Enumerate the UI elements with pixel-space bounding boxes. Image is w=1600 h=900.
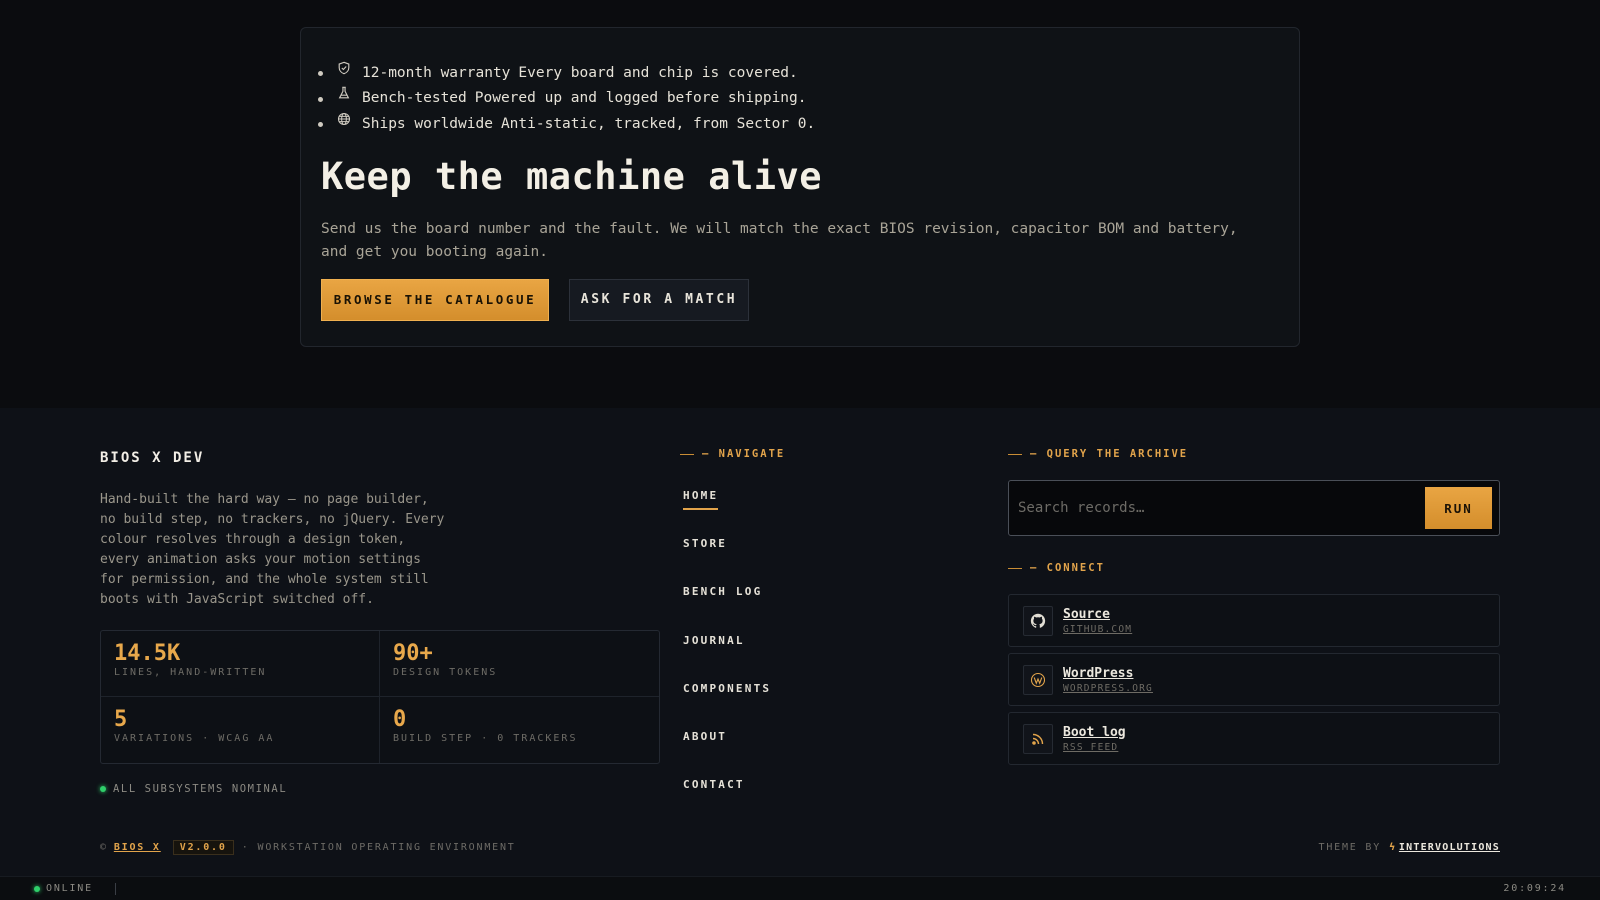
stat-value: 90+ bbox=[393, 641, 433, 666]
site-footer: BIOS X DEV Hand-built the hard way — no … bbox=[0, 408, 1600, 876]
nav-link-home[interactable]: HOME bbox=[683, 489, 719, 510]
separator: · bbox=[241, 842, 250, 853]
online-dot-icon bbox=[34, 885, 40, 892]
connect-item-wordpress[interactable]: WordPress WORDPRESS.ORG bbox=[1008, 653, 1500, 706]
stat-cell: 5 VARIATIONS · WCAG AA bbox=[101, 697, 380, 763]
heading-dash bbox=[680, 453, 694, 455]
brand-column: BIOS X DEV Hand-built the hard way — no … bbox=[100, 450, 660, 795]
brand-home-link[interactable]: BIOS X bbox=[114, 842, 161, 853]
perk-item: 12-month warranty Every board and chip i… bbox=[318, 60, 1279, 86]
navigate-heading-text: — NAVIGATE bbox=[702, 448, 786, 460]
archive-connect-column: — QUERY THE ARCHIVE RUN — CONNECT Source… bbox=[1008, 448, 1500, 771]
nav-link-contact[interactable]: CONTACT bbox=[683, 778, 745, 797]
system-status: ALL SUBSYSTEMS NOMINAL bbox=[100, 783, 660, 795]
connect-list: Source GITHUB.COM WordPress WORDPRESS.OR… bbox=[1008, 594, 1500, 765]
browse-catalogue-button[interactable]: BROWSE THE CATALOGUE bbox=[321, 278, 549, 321]
theme-by-label: THEME BY bbox=[1318, 842, 1382, 853]
perk-title: Ships worldwide bbox=[362, 115, 493, 132]
stat-label: BUILD STEP · 0 TRACKERS bbox=[393, 733, 578, 744]
top-section: 12-month warranty Every board and chip i… bbox=[0, 0, 1600, 408]
connect-heading: — CONNECT bbox=[1008, 562, 1500, 574]
connect-sub: WORDPRESS.ORG bbox=[1063, 682, 1153, 694]
clock: 20:09:24 bbox=[1503, 883, 1566, 894]
brand-description: Hand-built the hard way — no page builde… bbox=[100, 492, 445, 607]
perk-title: 12-month warranty bbox=[362, 64, 511, 81]
theme-credit: THEME BY ϟ INTERVOLUTIONS bbox=[1319, 842, 1501, 853]
perk-title: Bench-tested bbox=[362, 90, 467, 107]
connect-name[interactable]: Boot log bbox=[1063, 725, 1126, 740]
connect-item-source[interactable]: Source GITHUB.COM bbox=[1008, 594, 1500, 647]
github-icon bbox=[1023, 605, 1053, 636]
perk-desc: Powered up and logged before shipping. bbox=[474, 90, 807, 107]
shield-icon bbox=[337, 61, 353, 77]
cta-description: Send us the board number and the fault. … bbox=[321, 220, 1238, 261]
connect-name[interactable]: WordPress bbox=[1063, 666, 1153, 681]
search-input[interactable] bbox=[1018, 500, 1425, 516]
connect-text: Boot log RSS FEED bbox=[1063, 725, 1126, 753]
wordpress-icon bbox=[1023, 664, 1053, 695]
run-button[interactable]: RUN bbox=[1425, 487, 1492, 529]
search-form: RUN bbox=[1008, 480, 1500, 536]
navigate-heading: — NAVIGATE bbox=[680, 448, 940, 460]
nav-link-store[interactable]: STORE bbox=[683, 537, 727, 556]
perk-desc: Anti-static, tracked, from Sector 0. bbox=[500, 115, 816, 132]
heading-dash bbox=[1008, 453, 1022, 455]
perk-item: Bench-tested Powered up and logged befor… bbox=[318, 86, 1279, 112]
connect-sub: RSS FEED bbox=[1063, 741, 1119, 753]
footer-nav: HOME STORE BENCH LOG JOURNAL COMPONENTS … bbox=[683, 484, 940, 821]
online-text: ONLINE bbox=[46, 883, 93, 894]
cta-card: 12-month warranty Every board and chip i… bbox=[300, 27, 1300, 347]
rss-icon bbox=[1023, 723, 1053, 754]
stat-cell: 90+ DESIGN TOKENS bbox=[380, 631, 659, 697]
connect-sub: GITHUB.COM bbox=[1063, 623, 1133, 635]
status-bar: ONLINE 20:09:24 bbox=[0, 876, 1600, 900]
nav-link-journal[interactable]: JOURNAL bbox=[683, 634, 745, 653]
version-badge: V2.0.0 bbox=[172, 840, 234, 855]
query-heading-text: — QUERY THE ARCHIVE bbox=[1030, 448, 1189, 460]
stat-value: 0 bbox=[393, 707, 407, 732]
system-status-text: ALL SUBSYSTEMS NOMINAL bbox=[113, 783, 288, 795]
stat-value: 5 bbox=[114, 707, 128, 732]
stat-cell: 14.5K LINES, HAND-WRITTEN bbox=[101, 631, 380, 697]
connect-heading-text: — CONNECT bbox=[1030, 562, 1105, 574]
cta-title: Keep the machine alive bbox=[321, 154, 823, 198]
stat-cell: 0 BUILD STEP · 0 TRACKERS bbox=[380, 697, 659, 763]
nav-link-about[interactable]: ABOUT bbox=[683, 730, 727, 749]
connect-name[interactable]: Source bbox=[1063, 607, 1132, 622]
connect-text: Source GITHUB.COM bbox=[1063, 607, 1132, 635]
perks-list: 12-month warranty Every board and chip i… bbox=[318, 60, 1279, 137]
nav-link-bench-log[interactable]: BENCH LOG bbox=[683, 585, 762, 604]
nav-link-components[interactable]: COMPONENTS bbox=[683, 682, 771, 701]
connect-text: WordPress WORDPRESS.ORG bbox=[1063, 666, 1153, 694]
heading-dash bbox=[1008, 567, 1022, 569]
theme-author-link[interactable]: INTERVOLUTIONS bbox=[1399, 842, 1500, 853]
stat-label: DESIGN TOKENS bbox=[393, 667, 498, 678]
stat-value: 14.5K bbox=[114, 641, 181, 666]
navigate-column: — NAVIGATE HOME STORE BENCH LOG JOURNAL … bbox=[680, 448, 940, 821]
perk-desc: Every board and chip is covered. bbox=[518, 64, 798, 81]
brand-name: BIOS X DEV bbox=[100, 450, 205, 466]
flask-icon bbox=[337, 86, 353, 102]
stats-grid: 14.5K LINES, HAND-WRITTEN 90+ DESIGN TOK… bbox=[100, 630, 660, 764]
status-dot-icon bbox=[100, 786, 106, 792]
stat-label: VARIATIONS · WCAG AA bbox=[114, 733, 275, 744]
tagline: WORKSTATION OPERATING ENVIRONMENT bbox=[257, 842, 516, 853]
stat-label: LINES, HAND-WRITTEN bbox=[114, 667, 267, 678]
footer-bottom-row: © BIOS X V2.0.0 · WORKSTATION OPERATING … bbox=[100, 840, 1500, 855]
bolt-icon: ϟ bbox=[1389, 842, 1397, 853]
cta-buttons: BROWSE THE CATALOGUE ASK FOR A MATCH bbox=[321, 278, 1279, 321]
query-heading: — QUERY THE ARCHIVE bbox=[1008, 448, 1500, 460]
connect-item-boot-log[interactable]: Boot log RSS FEED bbox=[1008, 712, 1500, 765]
copyright-symbol: © bbox=[100, 842, 108, 853]
ask-for-match-button[interactable]: ASK FOR A MATCH bbox=[569, 278, 749, 321]
globe-icon bbox=[337, 112, 353, 128]
status-divider bbox=[114, 882, 116, 895]
online-indicator: ONLINE bbox=[34, 883, 93, 894]
perk-item: Ships worldwide Anti-static, tracked, fr… bbox=[318, 111, 1279, 137]
